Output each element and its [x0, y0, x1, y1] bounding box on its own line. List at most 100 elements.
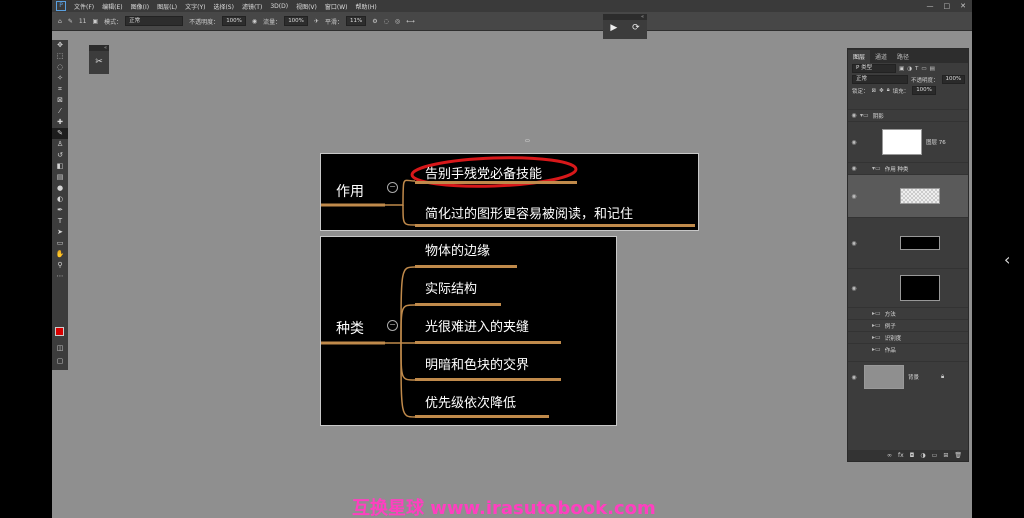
layer-name[interactable]: 图层 76 [926, 138, 946, 146]
smooth-field[interactable]: 11% [345, 16, 367, 26]
angle-icon[interactable]: ◌ [384, 18, 389, 25]
foreground-color-swatch[interactable] [55, 327, 64, 336]
layer-row[interactable]: ◉ ▾▭ 阴影 [848, 109, 968, 121]
pressure-size-icon[interactable]: ◎ [395, 18, 400, 25]
mask-icon[interactable]: ◘ [910, 452, 915, 459]
filter-type-icon[interactable]: T [915, 66, 918, 72]
eye-icon[interactable]: ◉ [848, 374, 860, 381]
layer-row-selected[interactable]: ◉ [848, 174, 968, 217]
new-group-icon[interactable]: ▭ [932, 452, 938, 459]
layer-name[interactable]: 阴影 [873, 112, 884, 120]
link-icon[interactable]: ∞ [887, 452, 892, 459]
zoom-tool-icon[interactable]: ⚲ [52, 260, 68, 271]
airbrush-icon[interactable]: ✈ [314, 18, 319, 25]
layer-opacity-field[interactable]: 100% [941, 75, 966, 84]
menu-view[interactable]: 视图(V) [296, 2, 317, 11]
more-tools-icon[interactable]: ⋯ [52, 271, 68, 282]
symmetry-icon[interactable]: ⟷ [406, 18, 415, 25]
layer-row[interactable]: ◉ ▾▭ 作用 种类 [848, 162, 968, 174]
trash-icon[interactable]: 🗑︎ [954, 452, 962, 459]
path-select-tool-icon[interactable]: ➤ [52, 227, 68, 238]
menu-3d[interactable]: 3D(D) [270, 3, 288, 10]
collapse-toggle-icon[interactable]: − [387, 182, 398, 193]
lasso-tool-icon[interactable]: ◌ [52, 62, 68, 73]
mode-select[interactable]: 正常 [125, 16, 184, 26]
record-loop-icon[interactable]: ⟳ [632, 20, 640, 36]
filter-image-icon[interactable]: ▣ [899, 66, 904, 72]
brush-icon[interactable]: ✎ [68, 18, 73, 25]
eye-icon[interactable]: ◉ [848, 240, 860, 247]
play-icon[interactable]: ▶ [610, 20, 617, 36]
frame-tool-icon[interactable]: ⊠ [52, 95, 68, 106]
layer-row[interactable]: ◉ [848, 217, 968, 268]
filter-smart-icon[interactable]: ▤ [930, 66, 935, 72]
eye-icon[interactable]: ◉ [848, 285, 860, 292]
scissors-icon[interactable]: ✂ [89, 51, 109, 73]
layer-name[interactable]: 例子 [885, 322, 896, 330]
layer-row[interactable]: ▸▭ 识别度 [848, 331, 968, 343]
layer-row[interactable]: ◉ 背景 🔒︎ [848, 361, 968, 392]
menu-select[interactable]: 选择(S) [213, 2, 234, 11]
lock-move-icon[interactable]: ✥ [879, 88, 884, 94]
layer-row[interactable]: ▸▭ 例子 [848, 319, 968, 331]
layer-row[interactable]: ◉ [848, 268, 968, 307]
menu-layer[interactable]: 图层(L) [157, 2, 177, 11]
menu-help[interactable]: 帮助(H) [356, 2, 377, 11]
eraser-tool-icon[interactable]: ◧ [52, 161, 68, 172]
lock-pixels-icon[interactable]: ⊠ [872, 88, 877, 94]
tab-layers[interactable]: 图层 [848, 50, 871, 63]
history-brush-icon[interactable]: ↺ [52, 150, 68, 161]
pressure-opacity-icon[interactable]: ◉ [252, 18, 257, 25]
menu-file[interactable]: 文件(F) [74, 2, 94, 11]
filter-shape-icon[interactable]: ▭ [921, 66, 926, 72]
menu-type[interactable]: 文字(Y) [185, 2, 205, 11]
layer-name[interactable]: 作用 种类 [885, 165, 909, 173]
collapse-toggle-icon[interactable]: − [387, 320, 398, 331]
stamp-tool-icon[interactable]: ♙ [52, 139, 68, 150]
eye-icon[interactable]: ◉ [848, 165, 860, 172]
new-layer-icon[interactable]: ⊞ [943, 452, 948, 459]
blend-mode-select[interactable]: 正常 [852, 75, 908, 84]
brush-panel-icon[interactable]: ▣ [92, 18, 98, 25]
fx-icon[interactable]: fx [898, 452, 904, 459]
shape-tool-icon[interactable]: ▭ [52, 238, 68, 249]
fill-field[interactable]: 100% [912, 86, 936, 95]
pen-tool-icon[interactable]: ✒ [52, 205, 68, 216]
layer-name[interactable]: 背景 [908, 373, 919, 381]
menu-edit[interactable]: 编辑(E) [102, 2, 122, 11]
layer-name[interactable]: 方法 [885, 310, 896, 318]
lock-all-icon[interactable]: 🔒︎ [887, 87, 890, 94]
healing-tool-icon[interactable]: ✚ [52, 117, 68, 128]
eye-icon[interactable]: ◉ [848, 139, 860, 146]
type-tool-icon[interactable]: T [52, 216, 68, 227]
flow-field[interactable]: 100% [284, 16, 308, 26]
chevron-left-icon[interactable]: ‹ [1004, 250, 1010, 269]
layer-name[interactable]: 作品 [885, 346, 896, 354]
magic-wand-tool-icon[interactable]: ✧ [52, 73, 68, 84]
move-tool-icon[interactable]: ✥ [52, 40, 68, 51]
maximize-button[interactable]: □ [944, 2, 951, 10]
filter-adjust-icon[interactable]: ◑ [907, 66, 912, 72]
gear-icon[interactable]: ⚙ [372, 18, 377, 25]
minimize-button[interactable]: — [927, 2, 934, 10]
tab-channels[interactable]: 通道 [870, 50, 892, 63]
marquee-tool-icon[interactable]: ⬚ [52, 51, 68, 62]
blur-tool-icon[interactable]: ● [52, 183, 68, 194]
menu-window[interactable]: 窗口(W) [325, 2, 348, 11]
layer-row[interactable]: ◉ 图层 76 [848, 121, 968, 162]
opacity-field[interactable]: 100% [222, 16, 246, 26]
quick-mask-icon[interactable]: ◫ [52, 343, 68, 354]
hand-tool-icon[interactable]: ✋ [52, 249, 68, 260]
eyedropper-tool-icon[interactable]: ⁄ [52, 106, 68, 117]
eye-icon[interactable]: ◉ [848, 112, 860, 119]
layer-row[interactable]: ▸▭ 作品 [848, 343, 968, 355]
crop-tool-icon[interactable]: ⌗ [52, 84, 68, 95]
brush-tool-icon[interactable]: ✎ [52, 128, 68, 139]
close-button[interactable]: ✕ [960, 2, 966, 10]
layer-row[interactable]: ▸▭ 方法 [848, 307, 968, 319]
home-icon[interactable]: ⌂ [58, 18, 62, 25]
brush-size[interactable]: 11 [79, 18, 87, 25]
menu-filter[interactable]: 滤镜(T) [242, 2, 262, 11]
tab-paths[interactable]: 路径 [892, 50, 914, 63]
layer-filter-select[interactable]: P 类型 [852, 64, 896, 73]
